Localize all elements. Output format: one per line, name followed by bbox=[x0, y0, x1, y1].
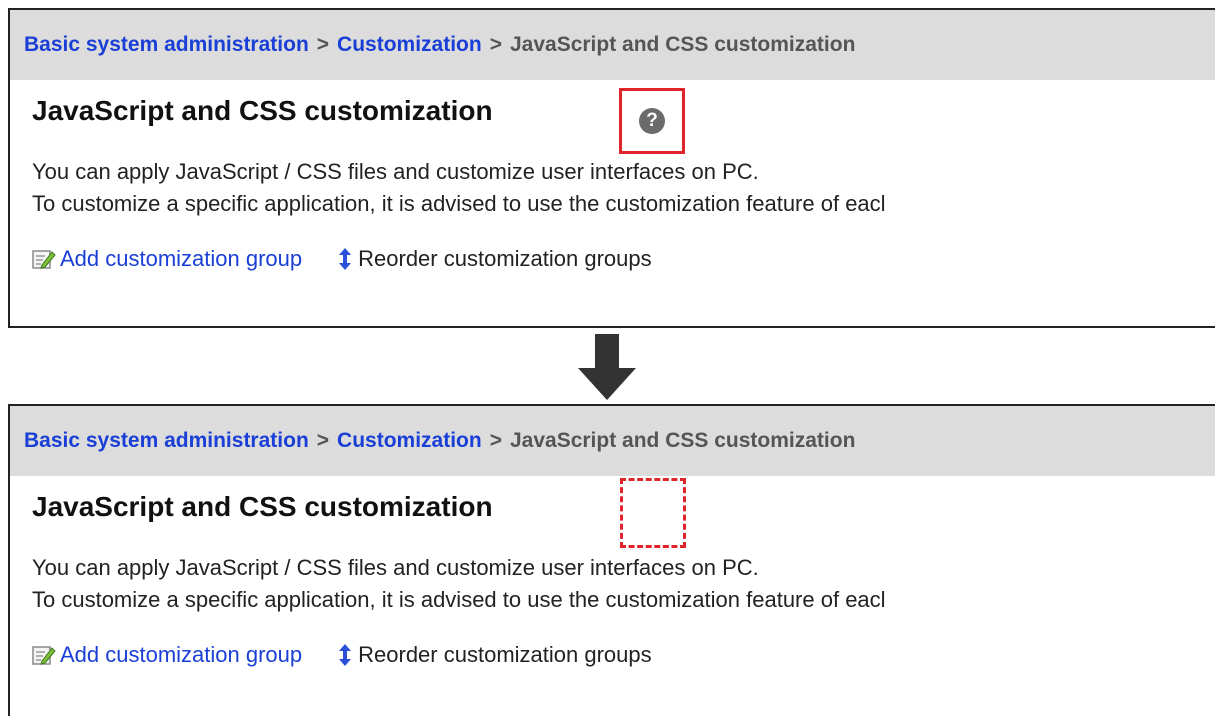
description: You can apply JavaScript / CSS files and… bbox=[10, 156, 1215, 220]
title-row: JavaScript and CSS customization bbox=[10, 476, 1215, 548]
action-bar: Add customization group Reorder customiz… bbox=[10, 642, 1215, 668]
breadcrumb-separator: > bbox=[316, 429, 330, 452]
description-line-2: To customize a specific application, it … bbox=[32, 587, 886, 612]
title-row: JavaScript and CSS customization ? bbox=[10, 80, 1215, 154]
add-customization-group-label: Add customization group bbox=[60, 246, 303, 271]
breadcrumb-separator: > bbox=[489, 429, 502, 452]
action-bar: Add customization group Reorder customiz… bbox=[10, 246, 1215, 272]
help-highlight-box: ? bbox=[619, 88, 685, 154]
breadcrumb-separator: > bbox=[489, 33, 502, 56]
removed-help-placeholder bbox=[620, 478, 686, 548]
reorder-customization-groups-label: Reorder customization groups bbox=[358, 642, 652, 667]
breadcrumb-current: JavaScript and CSS customization bbox=[509, 33, 856, 56]
breadcrumb-separator: > bbox=[316, 33, 330, 56]
breadcrumb-customization[interactable]: Customization bbox=[337, 429, 482, 453]
description: You can apply JavaScript / CSS files and… bbox=[10, 552, 1215, 616]
edit-note-icon bbox=[32, 248, 56, 270]
page-title: JavaScript and CSS customization bbox=[32, 95, 493, 126]
reorder-customization-groups-link[interactable]: Reorder customization groups bbox=[336, 642, 652, 668]
breadcrumb-basic-system-administration[interactable]: Basic system administration bbox=[24, 33, 309, 57]
arrow-down-icon bbox=[578, 334, 636, 400]
breadcrumb-current: JavaScript and CSS customization bbox=[509, 429, 856, 452]
up-down-arrow-icon bbox=[336, 247, 354, 271]
reorder-customization-groups-link[interactable]: Reorder customization groups bbox=[336, 246, 652, 272]
breadcrumb-customization[interactable]: Customization bbox=[337, 33, 482, 57]
after-screenshot-panel: Basic system administration > Customizat… bbox=[8, 404, 1215, 716]
breadcrumb: Basic system administration > Customizat… bbox=[10, 406, 1215, 476]
reorder-customization-groups-label: Reorder customization groups bbox=[358, 246, 652, 271]
add-customization-group-label: Add customization group bbox=[60, 642, 303, 667]
description-line-1: You can apply JavaScript / CSS files and… bbox=[32, 555, 759, 580]
breadcrumb: Basic system administration > Customizat… bbox=[10, 10, 1215, 80]
breadcrumb-basic-system-administration[interactable]: Basic system administration bbox=[24, 429, 309, 453]
add-customization-group-link[interactable]: Add customization group bbox=[32, 246, 302, 272]
add-customization-group-link[interactable]: Add customization group bbox=[32, 642, 302, 668]
description-line-2: To customize a specific application, it … bbox=[32, 191, 886, 216]
question-circle-icon[interactable]: ? bbox=[639, 108, 665, 134]
description-line-1: You can apply JavaScript / CSS files and… bbox=[32, 159, 759, 184]
page-title: JavaScript and CSS customization bbox=[32, 491, 493, 522]
up-down-arrow-icon bbox=[336, 643, 354, 667]
before-screenshot-panel: Basic system administration > Customizat… bbox=[8, 8, 1215, 328]
edit-note-icon bbox=[32, 644, 56, 666]
